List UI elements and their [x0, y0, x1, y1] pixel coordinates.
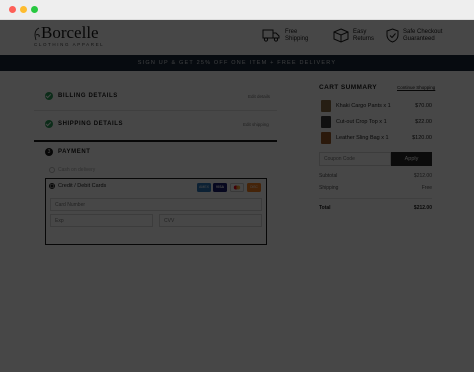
maximize-window-button[interactable]: [31, 6, 38, 13]
feature-free-shipping: Free Shipping: [285, 29, 309, 42]
apply-coupon-button[interactable]: Apply: [391, 152, 432, 166]
cart-item-name[interactable]: Leather Sling Bag x 1: [336, 135, 389, 141]
cvv-field[interactable]: CVV: [159, 214, 262, 227]
brand-name[interactable]: Borcelle: [41, 24, 99, 42]
cart-item-price: $70.00: [415, 103, 432, 109]
feature-safe-checkout: Safe Checkout Guaranteed: [403, 29, 443, 42]
promo-banner[interactable]: SIGN UP & GET 25% OFF ONE ITEM + FREE DE…: [0, 55, 474, 71]
cart-item-image: [321, 116, 331, 128]
cart-item-name[interactable]: Cut-out Crop Top x 1: [336, 119, 387, 125]
subtotal-value: $212.00: [413, 173, 432, 179]
total-label: Total: [319, 205, 331, 211]
box-return-icon: [333, 28, 349, 43]
payment-step-number: 3: [45, 148, 53, 156]
shipping-cost-value: Free: [421, 185, 432, 191]
billing-details-label[interactable]: BILLING DETAILS: [58, 93, 118, 99]
card-payment-label: Credit / Debit Cards: [58, 183, 107, 189]
cash-on-delivery-radio[interactable]: [49, 167, 55, 173]
visa-icon: VISA: [213, 183, 227, 192]
brand-tagline: CLOTHING APPAREL: [34, 42, 105, 47]
feature-easy-returns: Easy Returns: [353, 29, 375, 42]
mastercard-icon: [230, 183, 244, 192]
discover-icon: DISC: [247, 183, 261, 192]
cash-on-delivery-label: Cash on delivery: [58, 167, 96, 173]
truck-icon: [262, 29, 280, 42]
window-titlebar: [0, 0, 474, 20]
minimize-window-button[interactable]: [20, 6, 27, 13]
card-number-field[interactable]: Card Number: [50, 198, 262, 211]
edit-billing-link[interactable]: Edit details: [248, 94, 270, 99]
coupon-code-input[interactable]: Coupon Code: [319, 152, 391, 166]
close-window-button[interactable]: [9, 6, 16, 13]
subtotal-label: Subtotal: [319, 173, 338, 179]
cart-item-price: $22.00: [415, 119, 432, 125]
payment-label: PAYMENT: [58, 149, 91, 155]
shield-check-icon: [386, 28, 399, 43]
amex-icon: AMEX: [197, 183, 211, 192]
cart-item-image: [321, 100, 331, 112]
logo-icon: [34, 27, 40, 41]
cart-item-price: $120.00: [412, 135, 432, 141]
divider: [34, 110, 277, 111]
total-value: $212.00: [413, 205, 432, 211]
cart-summary-title: CART SUMMARY: [319, 84, 377, 91]
divider: [319, 198, 432, 199]
edit-shipping-link[interactable]: Edit shipping: [243, 122, 269, 127]
billing-complete-icon: [45, 92, 53, 100]
cart-item-image: [321, 132, 331, 144]
active-step-divider: [34, 140, 277, 142]
shipping-details-label[interactable]: SHIPPING DETAILS: [58, 121, 123, 127]
shipping-cost-label: Shipping: [319, 185, 339, 191]
continue-shopping-link[interactable]: Continue Shopping: [397, 85, 435, 90]
expiry-field[interactable]: Exp: [50, 214, 153, 227]
shipping-complete-icon: [45, 120, 53, 128]
card-payment-radio[interactable]: [49, 183, 55, 189]
cart-item-name[interactable]: Khaki Cargo Pants x 1: [336, 103, 391, 109]
